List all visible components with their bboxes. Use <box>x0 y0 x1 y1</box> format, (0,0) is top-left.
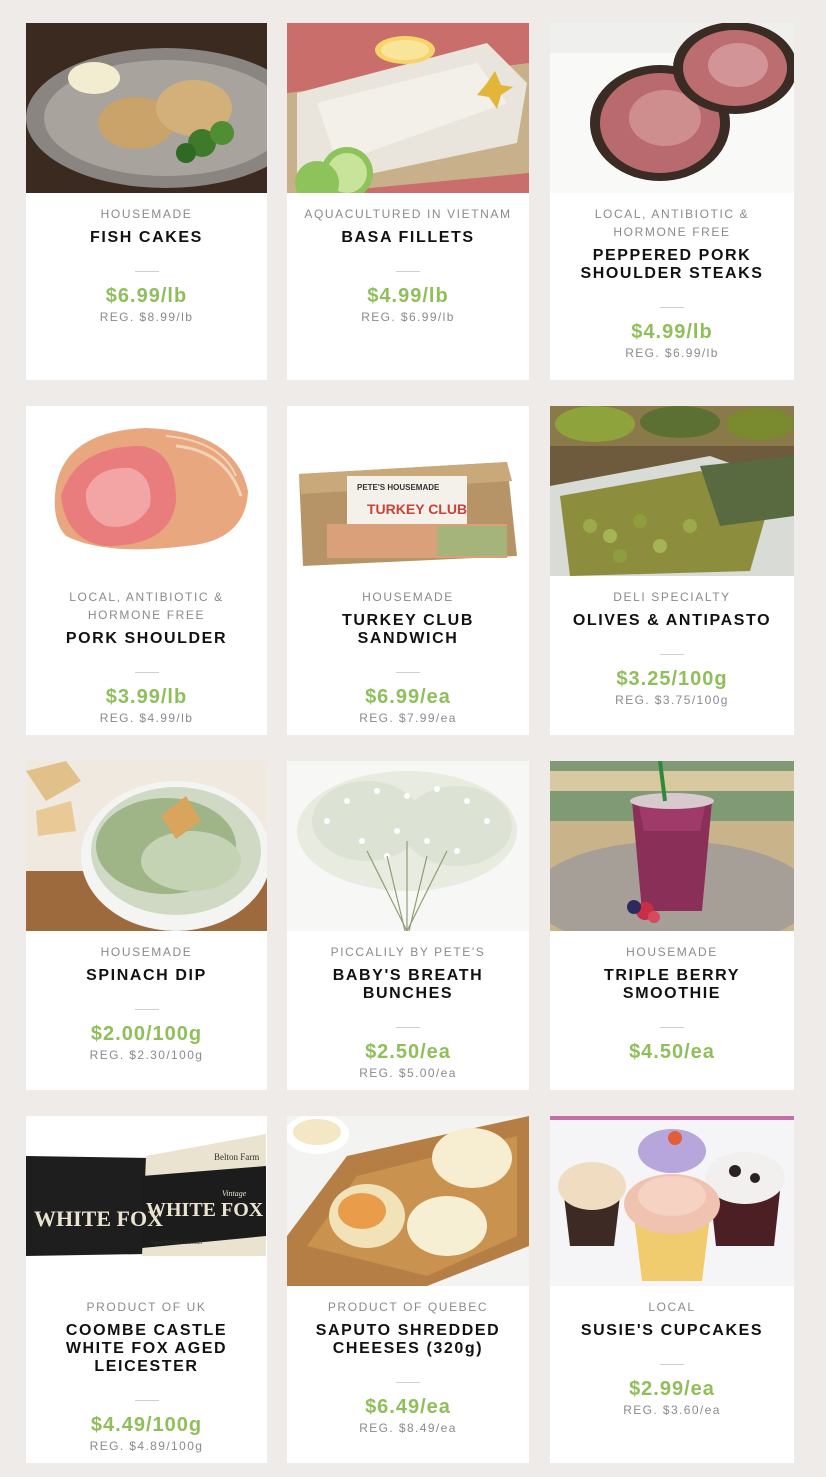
product-card-spinach-dip[interactable]: HOUSEMADE SPINACH DIP $2.00/100g REG. $2… <box>26 761 267 1090</box>
product-card-saputo[interactable]: PRODUCT OF QUEBEC SAPUTO SHREDDED CHEESE… <box>287 1116 529 1463</box>
babys-breath-image <box>287 761 529 931</box>
divider <box>660 654 684 655</box>
divider <box>134 1400 159 1401</box>
saputo-cheese-image <box>287 1116 529 1286</box>
product-name[interactable]: FISH CAKES <box>72 229 221 247</box>
product-grid: HOUSEMADE FISH CAKES $6.99/lb REG. $8.99… <box>0 0 826 1477</box>
regular-price: REG. $8.99/lb <box>99 310 194 324</box>
product-name[interactable]: BABY'S BREATH BUNCHES <box>287 967 529 1003</box>
product-origin: HOUSEMADE <box>100 945 193 959</box>
product-name[interactable]: TURKEY CLUB SANDWICH <box>287 612 529 648</box>
divider <box>396 1382 420 1383</box>
product-origin: HOUSEMADE <box>362 590 454 604</box>
smoothie-image <box>550 761 794 931</box>
product-card-babys-breath[interactable]: PICCALILY BY PETE'S BABY'S BREATH BUNCHE… <box>287 761 529 1090</box>
sale-price: $4.99/lb <box>631 321 713 343</box>
product-name[interactable]: SAPUTO SHREDDED CHEESES (320g) <box>287 1322 529 1358</box>
fish-cakes-image <box>26 23 267 193</box>
product-origin: HOUSEMADE <box>100 207 193 221</box>
product-origin: PICCALILY BY PETE'S <box>330 945 486 959</box>
sale-price: $2.99/ea <box>629 1378 715 1400</box>
product-origin: LOCAL, ANTIBIOTIC & HORMONE FREE <box>69 590 224 622</box>
sale-price: $2.50/ea <box>365 1041 451 1063</box>
product-origin: PRODUCT OF UK <box>86 1300 207 1314</box>
product-card-basa-fillets[interactable]: AQUACULTURED IN VIETNAM BASA FILLETS $4.… <box>287 23 529 380</box>
cheese-name-text: WHITE FOX <box>34 1206 163 1231</box>
divider <box>396 271 420 272</box>
regular-price: REG. $4.89/100g <box>89 1439 204 1453</box>
cheese-brand-text: Belton Farm <box>214 1152 259 1162</box>
sale-price: $6.99/ea <box>365 686 451 708</box>
sale-price: $4.49/100g <box>90 1414 203 1436</box>
cheese-sub-text: Aged White Leicester <box>150 1240 203 1246</box>
regular-price: REG. $5.00/ea <box>359 1066 457 1080</box>
cupcakes-image <box>550 1116 794 1286</box>
turkey-club-image: PETE'S HOUSEMADE TURKEY CLUB <box>287 406 529 576</box>
sale-price: $6.99/lb <box>105 285 188 307</box>
product-name[interactable]: COOMBE CASTLE WHITE FOX AGED LEICESTER <box>26 1322 267 1376</box>
product-card-turkey-club[interactable]: PETE'S HOUSEMADE TURKEY CLUB HOUSEMADE T… <box>287 406 529 735</box>
sale-price: $2.00/100g <box>90 1023 203 1045</box>
turkey-label-text: TURKEY CLUB <box>367 501 467 517</box>
regular-price: REG. $3.75/100g <box>615 693 729 707</box>
product-name[interactable]: SPINACH DIP <box>68 967 225 985</box>
product-origin: LOCAL, ANTIBIOTIC & HORMONE FREE <box>594 207 750 239</box>
divider <box>396 672 420 673</box>
pork-shoulder-image <box>26 406 267 576</box>
product-name[interactable]: TRIPLE BERRY SMOOTHIE <box>550 967 794 1003</box>
divider <box>134 271 159 272</box>
regular-price: REG. $6.99/lb <box>361 310 455 324</box>
regular-price: REG. $8.49/ea <box>359 1421 457 1435</box>
spinach-dip-image <box>26 761 267 931</box>
sale-price: $3.99/lb <box>105 686 188 708</box>
product-name[interactable]: PORK SHOULDER <box>48 630 245 648</box>
sale-price: $4.99/lb <box>367 285 449 307</box>
product-card-pork-shoulder[interactable]: LOCAL, ANTIBIOTIC & HORMONE FREE PORK SH… <box>26 406 267 735</box>
product-card-olives[interactable]: DELI SPECIALTY OLIVES & ANTIPASTO $3.25/… <box>550 406 794 735</box>
sale-price: $3.25/100g <box>616 668 728 690</box>
divider <box>660 1027 684 1028</box>
regular-price: REG. $7.99/ea <box>359 711 457 725</box>
product-card-cupcakes[interactable]: LOCAL SUSIE'S CUPCAKES $2.99/ea REG. $3.… <box>550 1116 794 1463</box>
regular-price: REG. $2.30/100g <box>89 1048 204 1062</box>
cheese-name-text-2: WHITE FOX <box>146 1199 264 1221</box>
product-card-smoothie[interactable]: HOUSEMADE TRIPLE BERRY SMOOTHIE $4.50/ea <box>550 761 794 1090</box>
regular-price: REG. $6.99/lb <box>625 346 719 360</box>
regular-price: REG. $4.99/lb <box>99 711 194 725</box>
product-card-fish-cakes[interactable]: HOUSEMADE FISH CAKES $6.99/lb REG. $8.99… <box>26 23 267 380</box>
turkey-brand-text: PETE'S HOUSEMADE <box>357 483 440 492</box>
white-fox-cheese-image: WHITE FOX WHITE FOX Belton Farm Vintage … <box>26 1116 267 1286</box>
divider <box>396 1027 420 1028</box>
product-origin: AQUACULTURED IN VIETNAM <box>304 207 512 221</box>
divider <box>660 1364 684 1365</box>
divider <box>134 672 159 673</box>
peppered-pork-image <box>550 23 794 193</box>
product-name[interactable]: OLIVES & ANTIPASTO <box>555 612 789 630</box>
product-name[interactable]: PEPPERED PORK SHOULDER STEAKS <box>550 247 794 283</box>
olives-image <box>550 406 794 576</box>
product-name[interactable]: SUSIE'S CUPCAKES <box>563 1322 781 1340</box>
product-origin: DELI SPECIALTY <box>613 590 731 604</box>
product-name[interactable]: BASA FILLETS <box>323 229 492 247</box>
sale-price: $6.49/ea <box>365 1396 451 1418</box>
sale-price: $4.50/ea <box>629 1041 715 1063</box>
product-card-white-fox[interactable]: WHITE FOX WHITE FOX Belton Farm Vintage … <box>26 1116 267 1463</box>
product-origin: LOCAL <box>648 1300 696 1314</box>
divider <box>134 1009 159 1010</box>
product-card-peppered-pork[interactable]: LOCAL, ANTIBIOTIC & HORMONE FREE PEPPERE… <box>550 23 794 380</box>
basa-fillets-image <box>287 23 529 193</box>
cheese-vintage-text: Vintage <box>222 1189 247 1198</box>
product-origin: HOUSEMADE <box>626 945 718 959</box>
product-origin: PRODUCT OF QUEBEC <box>327 1300 489 1314</box>
divider <box>660 307 684 308</box>
regular-price: REG. $3.60/ea <box>623 1403 721 1417</box>
